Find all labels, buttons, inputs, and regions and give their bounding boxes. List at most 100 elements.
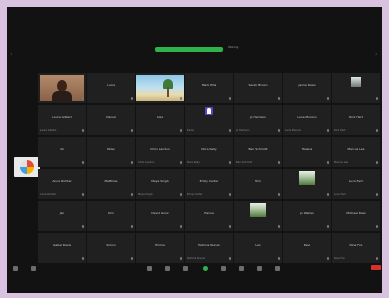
participant-tile[interactable]: Matthias	[87, 169, 135, 199]
participant-tile[interactable]: Laura Gilbert Laura Gilbert	[38, 105, 86, 135]
record-button[interactable]	[221, 266, 226, 271]
participant-label: Laura Gilbert	[40, 129, 57, 132]
profile-picture	[351, 77, 361, 87]
muted-mic-icon	[327, 257, 329, 260]
participant-label: Anna Richter	[40, 193, 57, 196]
muted-mic-icon	[82, 129, 84, 132]
muted-mic-icon	[327, 129, 329, 132]
muted-mic-icon	[131, 161, 133, 164]
participant-tile[interactable]	[283, 169, 331, 199]
participant-name: Nora Kelly	[201, 147, 217, 151]
participant-tile[interactable]: Nina Fox Nina Fox	[332, 233, 380, 263]
muted-mic-icon	[278, 129, 280, 132]
participant-name: Chris Landon	[150, 147, 170, 151]
participant-tile[interactable]	[234, 201, 282, 231]
next-page-icon[interactable]: ›	[375, 51, 377, 58]
participant-tile[interactable]	[136, 73, 184, 103]
muted-mic-icon	[229, 129, 231, 132]
participant-tile[interactable]: David Gonz	[136, 201, 184, 231]
participant-tile[interactable]	[38, 73, 86, 103]
participant-tile[interactable]: Ravi	[283, 233, 331, 263]
participant-tile[interactable]: Peter	[87, 137, 135, 167]
participant-name: Ben Schmidt	[248, 147, 268, 151]
security-button[interactable]	[147, 266, 152, 271]
participant-label: Karen	[187, 129, 195, 132]
participant-video	[40, 75, 84, 101]
muted-mic-icon	[180, 129, 182, 132]
reactions-button[interactable]	[239, 266, 244, 271]
participant-tile[interactable]: Luca Ferri Luca Ferri	[332, 169, 380, 199]
apps-button[interactable]	[257, 266, 262, 271]
avatar-icon	[205, 107, 213, 115]
participant-label: Emily Carter	[187, 193, 203, 196]
meeting-toolbar	[7, 261, 382, 281]
chat-button[interactable]	[183, 266, 188, 271]
participant-tile[interactable]: Alex	[136, 105, 184, 135]
muted-mic-icon	[180, 161, 182, 164]
muted-mic-icon	[82, 97, 84, 100]
participant-tile[interactable]: Helena	[283, 137, 331, 167]
participant-name: Jo Walker	[300, 211, 314, 215]
participant-tile[interactable]: Sarah Brown	[234, 73, 282, 103]
participant-tile[interactable]: Mark Ellis	[185, 73, 233, 103]
participant-tile[interactable]: Hanna	[185, 201, 233, 231]
participant-name: Ali	[60, 147, 64, 151]
participant-name: Mark Ellis	[201, 83, 217, 87]
participant-tile[interactable]: Ali	[38, 137, 86, 167]
muted-mic-icon	[131, 193, 133, 196]
participant-name: Ravi	[303, 243, 311, 247]
share-screen-button[interactable]	[203, 266, 208, 271]
participant-tile[interactable]: Isabel Davis	[38, 233, 86, 263]
participant-tile[interactable]: Chris Landon Chris Landon	[136, 137, 184, 167]
participant-name: Lucia	[107, 83, 115, 87]
participant-name: Jamie Rossi	[298, 83, 316, 87]
muted-mic-icon	[376, 97, 378, 100]
participant-tile[interactable]: Marcus Lee Marcus Lee	[332, 137, 380, 167]
mute-button[interactable]	[13, 266, 18, 271]
participant-tile[interactable]: Ben Schmidt Ben Schmidt	[234, 137, 282, 167]
participants-button[interactable]	[165, 266, 170, 271]
participant-tile[interactable]: Maya Singh Maya Singh	[136, 169, 184, 199]
participant-tile[interactable]: Karen	[185, 105, 233, 135]
participant-tile[interactable]: Jo Walker	[283, 201, 331, 231]
participant-tile[interactable]	[332, 73, 380, 103]
muted-mic-icon	[376, 225, 378, 228]
screen-share-thumbnail[interactable]	[14, 157, 40, 177]
participant-tile[interactable]: Patricia Nunez Patricia Nunez	[185, 233, 233, 263]
participant-tile[interactable]: Emily Carter Emily Carter	[185, 169, 233, 199]
participant-name: Nina Fox	[349, 243, 363, 247]
video-button[interactable]	[31, 266, 36, 271]
muted-mic-icon	[278, 225, 280, 228]
prev-page-icon[interactable]: ‹	[10, 51, 12, 58]
participant-name: Anna Richter	[52, 179, 72, 183]
participant-tile[interactable]: Emma	[136, 233, 184, 263]
participant-tile[interactable]: Simon	[87, 233, 135, 263]
participant-tile[interactable]: Jamie Rossi	[283, 73, 331, 103]
participant-tile[interactable]: Michael Ross	[332, 201, 380, 231]
participant-tile[interactable]: Jo Harrison Jo Harrison	[234, 105, 282, 135]
participant-tile[interactable]: Nora Kelly Nora Kelly	[185, 137, 233, 167]
participant-tile[interactable]: Lena Moreno Lena Moreno	[283, 105, 331, 135]
participant-tile[interactable]: Jan	[38, 201, 86, 231]
participant-tile[interactable]: Leo	[234, 233, 282, 263]
muted-mic-icon	[229, 97, 231, 100]
participant-name: Matthias	[104, 179, 118, 183]
muted-mic-icon	[327, 161, 329, 164]
participant-tile[interactable]: Tom	[234, 169, 282, 199]
participant-label: Luca Ferri	[334, 193, 347, 196]
participant-name: Luca Ferri	[348, 179, 364, 183]
muted-mic-icon	[180, 225, 182, 228]
participant-tile[interactable]: Rick Hart Rick Hart	[332, 105, 380, 135]
muted-mic-icon	[229, 193, 231, 196]
muted-mic-icon	[131, 225, 133, 228]
active-speaker-bar	[155, 47, 223, 52]
participant-name: Jo Harrison	[249, 115, 267, 119]
participant-tile[interactable]: Kim	[87, 201, 135, 231]
participant-tile[interactable]: Lucia	[87, 73, 135, 103]
end-meeting-button[interactable]	[371, 265, 381, 270]
muted-mic-icon	[180, 257, 182, 260]
participant-tile[interactable]: Daniel	[87, 105, 135, 135]
participant-tile[interactable]: Anna Richter Anna Richter	[38, 169, 86, 199]
muted-mic-icon	[82, 257, 84, 260]
more-button[interactable]	[275, 266, 280, 271]
